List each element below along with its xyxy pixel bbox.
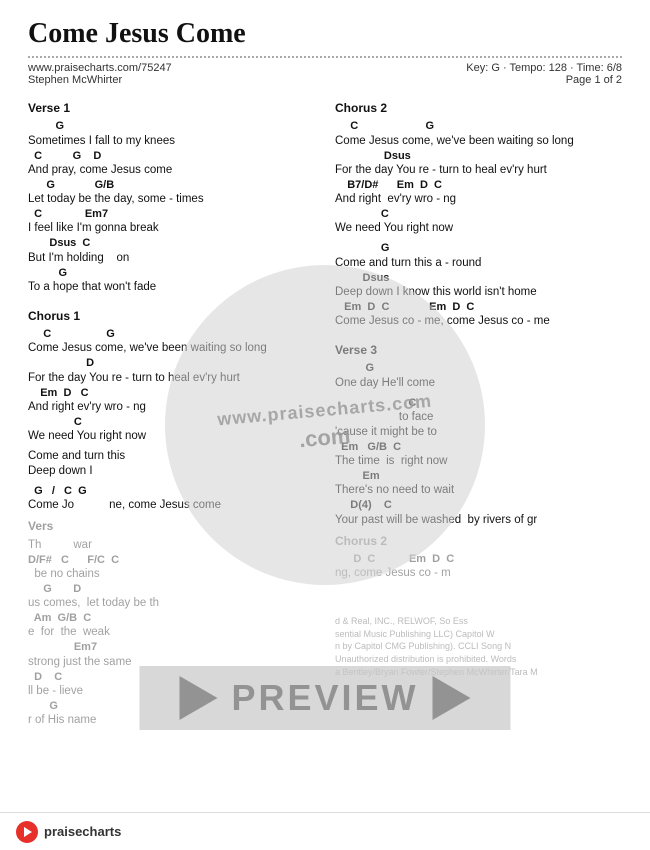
lyric-line: D For the day You re - turn to heal ev'r… — [28, 356, 315, 385]
bottom-bar: praisecharts — [0, 812, 650, 850]
play-icon-right — [433, 676, 471, 720]
lyric-line: Em D C And right ev'ry wro - ng — [28, 386, 315, 415]
page-num: Page 1 of 2 — [566, 74, 622, 86]
lyric-line: G Come and turn this a - round — [335, 241, 622, 270]
logo-play-icon — [24, 827, 32, 837]
lyric-line: D C Em D C ng, come Jesus co - m — [335, 552, 622, 581]
content-area: Verse 1 G Sometimes I fall to my knees C… — [0, 92, 650, 728]
lyric-line: Dsus C But I'm holding on — [28, 236, 315, 265]
page: Come Jesus Come www.praisecharts.com/752… — [0, 0, 650, 850]
logo-circle — [16, 821, 38, 843]
lyric-line: C G D And pray, come Jesus come — [28, 149, 315, 178]
right-now-text: right now — [401, 455, 448, 467]
lyric-line: C G Come Jesus come, we've been waiting … — [28, 327, 315, 356]
lyric-line: B7/D# Em D C And right ev'ry wro - ng — [335, 178, 622, 207]
chorus2b-title: Chorus 2 — [335, 533, 622, 550]
lyric-line: C to face — [335, 396, 622, 425]
lyric-line: Come and turn this — [28, 449, 315, 464]
chorus2-title: Chorus 2 — [335, 100, 622, 117]
lyric-line: G / C G Come Jo ne, come Jesus come — [28, 484, 315, 513]
verse3-title: Verse 3 — [335, 342, 622, 359]
lyric-line: Em D C Em D C Come Jesus co - me, come J… — [335, 300, 622, 329]
meta-row: www.praisecharts.com/75247 Stephen McWhi… — [28, 62, 622, 86]
preview-banner: PREVIEW — [139, 666, 510, 730]
verse2-title: Vers — [28, 518, 315, 535]
page-title: Come Jesus Come — [28, 18, 622, 50]
lyric-line: 'cause it might be to — [335, 425, 622, 440]
meta-right: Key: G · Tempo: 128 · Time: 6/8 Page 1 o… — [466, 62, 622, 86]
lyric-line: Dsus For the day You re - turn to heal e… — [335, 149, 622, 178]
meta-left: www.praisecharts.com/75247 Stephen McWhi… — [28, 62, 172, 86]
lyric-line: Th war — [28, 538, 315, 553]
lyric-line: Em There's no need to wait — [335, 469, 622, 498]
divider — [28, 56, 622, 58]
author-label: Stephen McWhirter — [28, 74, 172, 86]
lyric-line: C We need You right now — [335, 207, 622, 236]
url-label: www.praisecharts.com/75247 — [28, 62, 172, 74]
lyric-line: C We need You right now — [28, 415, 315, 444]
lyric-line: D/F# C F/C C be no chains — [28, 553, 315, 582]
lyric-line: Am G/B C e for the weak — [28, 611, 315, 640]
preview-label: PREVIEW — [231, 677, 418, 719]
lyric-line: G One day He'll come — [335, 361, 622, 390]
key-tempo-time: Key: G · Tempo: 128 · Time: 6/8 — [466, 62, 622, 74]
lyric-line: C Em7 I feel like I'm gonna break — [28, 207, 315, 236]
praise-logo: praisecharts — [16, 821, 121, 843]
header: Come Jesus Come www.praisecharts.com/752… — [0, 0, 650, 92]
lyric-line: C G Come Jesus come, we've been waiting … — [335, 119, 622, 148]
lyric-line: D(4) C Your past will be washed by river… — [335, 498, 622, 527]
lyric-line: Dsus Deep down I know this world isn't h… — [335, 271, 622, 300]
logo-text: praisecharts — [44, 824, 121, 839]
lyric-line: G To a hope that won't fade — [28, 266, 315, 295]
lyric-line: G D us comes, let today be th — [28, 582, 315, 611]
chorus1-title: Chorus 1 — [28, 308, 315, 325]
lyric-line: Deep down I — [28, 464, 315, 479]
verse1-title: Verse 1 — [28, 100, 315, 117]
left-column: Verse 1 G Sometimes I fall to my knees C… — [28, 100, 315, 728]
lyric-line: Em G/B C The time is right now — [335, 440, 622, 469]
right-column: Chorus 2 C G Come Jesus come, we've been… — [335, 100, 622, 728]
lyric-line: G Sometimes I fall to my knees — [28, 119, 315, 148]
play-icon — [179, 676, 217, 720]
lyric-line: G G/B Let today be the day, some - times — [28, 178, 315, 207]
